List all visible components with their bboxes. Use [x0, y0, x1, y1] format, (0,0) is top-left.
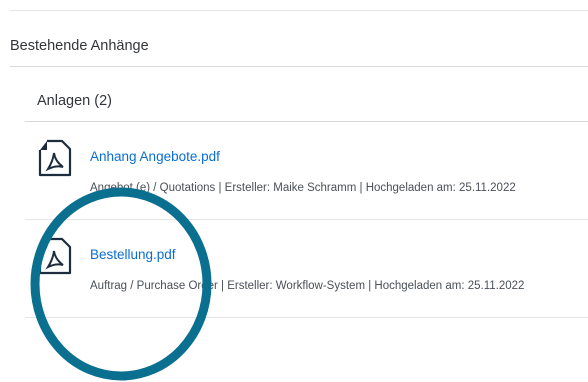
section-divider — [10, 66, 588, 67]
pdf-file-icon — [38, 139, 72, 177]
attachments-list-header: Anlagen (2) — [37, 93, 112, 109]
attachment-link[interactable]: Anhang Angebote.pdf — [90, 149, 220, 164]
attachment-list-item[interactable]: Anhang Angebote.pdf Angebot (e) / Quotat… — [25, 122, 588, 220]
attachments-panel: Bestehende Anhänge Anlagen (2) Anhang An… — [0, 0, 588, 382]
top-divider — [10, 10, 588, 11]
attachment-meta: Angebot (e) / Quotations | Ersteller: Ma… — [90, 182, 516, 194]
attachment-meta: Auftrag / Purchase Order | Ersteller: Wo… — [90, 280, 525, 292]
attachment-link[interactable]: Bestellung.pdf — [90, 247, 176, 262]
attachment-list-item[interactable]: Bestellung.pdf Auftrag / Purchase Order … — [25, 220, 588, 318]
pdf-file-icon — [38, 237, 72, 275]
section-title: Bestehende Anhänge — [10, 38, 149, 54]
